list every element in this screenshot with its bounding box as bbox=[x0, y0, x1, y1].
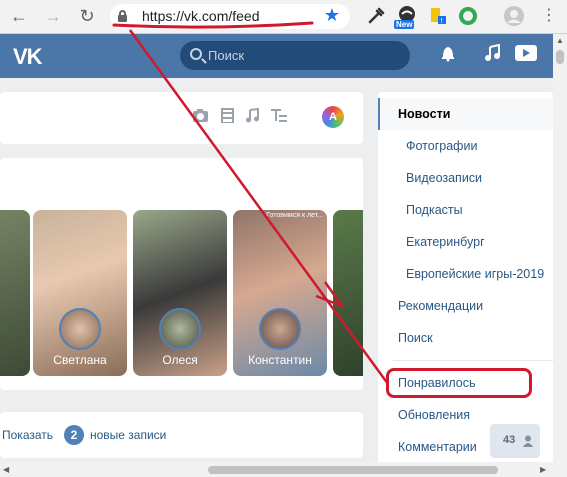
reload-icon[interactable]: ↻ bbox=[76, 5, 98, 27]
liked-highlight-box bbox=[386, 368, 532, 398]
lock-icon bbox=[118, 10, 127, 22]
avatar[interactable]: A bbox=[322, 106, 344, 128]
bell-icon[interactable] bbox=[440, 44, 456, 67]
horizontal-scroll-thumb[interactable] bbox=[208, 466, 498, 474]
online-friends-badge[interactable]: 43 bbox=[490, 424, 540, 458]
forward-icon[interactable]: → bbox=[42, 5, 64, 27]
profile-icon[interactable] bbox=[504, 6, 524, 26]
text-article-icon[interactable] bbox=[270, 108, 288, 128]
scroll-up-icon[interactable]: ▲ bbox=[556, 36, 564, 45]
menu-item-videos[interactable]: Видеозаписи bbox=[378, 162, 553, 194]
menu-item-label: Видеозаписи bbox=[406, 171, 483, 185]
person-icon bbox=[523, 434, 533, 447]
music-icon[interactable] bbox=[484, 43, 502, 67]
menu-item-label: Новости bbox=[398, 107, 451, 121]
menu-divider bbox=[393, 360, 553, 361]
eyedropper-icon[interactable] bbox=[366, 6, 386, 26]
menu-item-label: Комментарии bbox=[398, 440, 477, 454]
story-card[interactable]: Готовимся к лет... Константин bbox=[233, 210, 327, 376]
menu-item-search[interactable]: Поиск bbox=[378, 322, 553, 354]
bookmark-star-icon[interactable]: ★ bbox=[324, 5, 340, 26]
horizontal-scrollbar[interactable]: ◀ ▶ bbox=[0, 462, 567, 477]
story-name: Константин bbox=[248, 353, 312, 367]
video-film-icon[interactable] bbox=[220, 108, 235, 128]
camera-icon[interactable] bbox=[192, 108, 209, 128]
green-ring-extension-icon[interactable] bbox=[458, 6, 478, 26]
story-card[interactable] bbox=[333, 210, 363, 376]
story-card[interactable]: Светлана bbox=[33, 210, 127, 376]
url-text: https://vk.com/feed bbox=[142, 8, 260, 24]
vertical-scroll-thumb[interactable] bbox=[556, 50, 564, 64]
scroll-left-icon[interactable]: ◀ bbox=[3, 465, 9, 474]
menu-item-label: Фотографии bbox=[406, 139, 478, 153]
menu-kebab-icon[interactable]: ⋮ bbox=[538, 5, 560, 27]
search-input[interactable]: Поиск bbox=[180, 41, 410, 70]
extension-new-icon[interactable]: New bbox=[394, 6, 416, 29]
stories-block: Светлана Олеся Готовимся к лет... Конста… bbox=[0, 158, 363, 390]
new-posts-label: новые записи bbox=[90, 428, 167, 442]
menu-item-label: Подкасты bbox=[406, 203, 463, 217]
menu-item-label: Екатеринбург bbox=[406, 235, 485, 249]
new-posts-count-badge: 2 bbox=[64, 425, 84, 445]
search-icon bbox=[190, 48, 202, 60]
story-caption: Готовимся к лет... bbox=[266, 212, 323, 219]
menu-item-news[interactable]: Новости bbox=[378, 98, 553, 130]
vk-logo[interactable]: VK bbox=[13, 44, 43, 70]
menu-item-recommendations[interactable]: Рекомендации bbox=[378, 290, 553, 322]
search-placeholder: Поиск bbox=[208, 48, 245, 63]
online-count: 43 bbox=[503, 434, 516, 446]
notes-extension-icon[interactable]: ! bbox=[428, 6, 448, 26]
menu-item-label: Поиск bbox=[398, 331, 433, 345]
story-card[interactable]: Олеся bbox=[133, 210, 227, 376]
menu-item-photos[interactable]: Фотографии bbox=[378, 130, 553, 162]
story-card[interactable] bbox=[0, 210, 30, 376]
story-name: Олеся bbox=[162, 353, 198, 367]
feed-menu: Новости Фотографии Видеозаписи Подкасты … bbox=[378, 92, 553, 477]
svg-text:!: ! bbox=[440, 17, 443, 25]
story-name: Светлана bbox=[53, 353, 107, 367]
address-bar[interactable]: https://vk.com/feed ★ bbox=[110, 4, 350, 29]
story-avatar bbox=[259, 308, 301, 350]
music-note-icon[interactable] bbox=[245, 107, 260, 128]
menu-item-city[interactable]: Екатеринбург bbox=[378, 226, 553, 258]
vk-header: VK Поиск bbox=[0, 34, 553, 78]
new-badge: New bbox=[394, 20, 415, 29]
menu-item-label: Европейские игры-2019 bbox=[406, 267, 545, 281]
browser-toolbar: ← → ↻ https://vk.com/feed ★ New ! ⋮ bbox=[0, 0, 567, 34]
back-icon[interactable]: ← bbox=[8, 5, 30, 27]
show-label: Показать bbox=[2, 428, 54, 442]
vertical-scrollbar[interactable]: ▲ bbox=[553, 34, 567, 462]
story-avatar bbox=[59, 308, 101, 350]
menu-item-european-games[interactable]: Европейские игры-2019 bbox=[378, 258, 553, 290]
video-player-icon[interactable] bbox=[514, 44, 538, 67]
post-composer: A bbox=[0, 92, 363, 144]
scroll-right-icon[interactable]: ▶ bbox=[540, 465, 546, 474]
story-avatar bbox=[159, 308, 201, 350]
menu-item-label: Рекомендации bbox=[398, 299, 484, 313]
menu-item-label: Обновления bbox=[398, 408, 470, 422]
new-posts-bar[interactable]: Показать 2 новые записи bbox=[0, 412, 363, 458]
menu-item-podcasts[interactable]: Подкасты bbox=[378, 194, 553, 226]
